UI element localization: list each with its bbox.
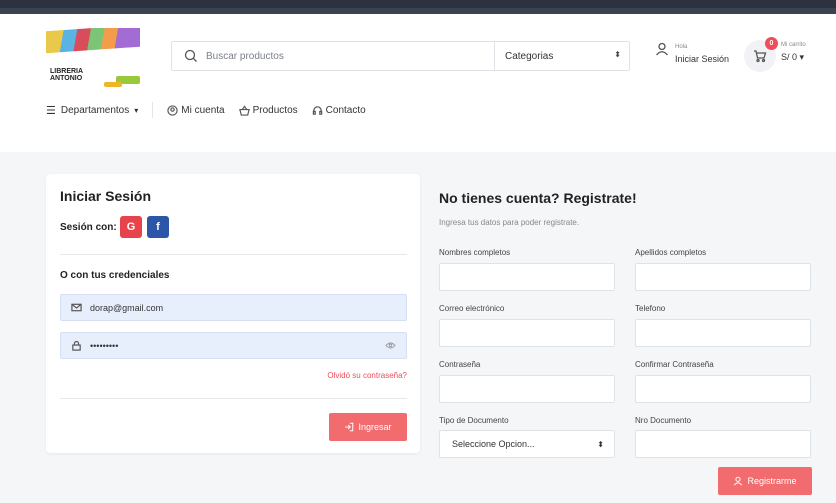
register-email-input[interactable] [439, 319, 615, 347]
google-login-button[interactable]: G [120, 216, 142, 238]
divider [60, 254, 407, 255]
credentials-label: O con tus credenciales [60, 270, 170, 281]
logo-brand-line2: ANTONIO [50, 75, 83, 82]
register-submit-label: Registrarme [747, 476, 797, 486]
login-link[interactable]: Hola Iniciar Sesión [655, 42, 729, 64]
logo[interactable]: LIBRERIA ANTONIO [46, 28, 140, 90]
logo-crayon2-graphic [104, 82, 122, 87]
first-name-input[interactable] [439, 263, 615, 291]
envelope-icon [71, 303, 82, 312]
cart-total[interactable]: S/ 0 ▾ [781, 52, 804, 63]
login-text[interactable]: Iniciar Sesión [675, 54, 729, 64]
register-subtitle: Ingresa tus datos para poder registrate. [439, 218, 580, 227]
account-circle-icon [167, 104, 178, 116]
eye-icon[interactable] [385, 341, 396, 350]
nav-products-label: Productos [252, 104, 298, 116]
category-select[interactable]: Categorias ⬍ [494, 42, 631, 70]
nav-products[interactable]: Productos [238, 104, 298, 116]
register-password-label: Contraseña [439, 360, 481, 369]
last-name-label: Apellidos completos [635, 248, 707, 257]
search-icon [184, 49, 197, 62]
nav-departments-label: Departamentos [60, 104, 130, 116]
main-nav: ☰ Departamentos ▾ Mi cuenta Productos Co… [46, 102, 380, 118]
logo-brand-text: LIBRERIA ANTONIO [50, 68, 83, 82]
password-field-value: ••••••••• [90, 340, 119, 351]
first-name-label: Nombres completos [439, 248, 511, 257]
greeting-text: Hola [675, 44, 688, 50]
user-icon [656, 42, 668, 56]
nav-departments[interactable]: ☰ Departamentos ▾ [46, 104, 138, 117]
select-arrows-icon: ⬍ [597, 440, 604, 449]
cart-label: Mi carrito [781, 42, 806, 48]
doc-type-label: Tipo de Documento [439, 416, 509, 425]
lock-icon [72, 340, 81, 351]
doc-number-input[interactable] [635, 430, 811, 458]
facebook-login-button[interactable]: f [147, 216, 169, 238]
cart-count-badge: 0 [765, 37, 778, 50]
login-submit-button[interactable]: Ingresar [329, 413, 407, 441]
email-field[interactable]: dorap@gmail.com [60, 294, 407, 321]
google-icon: G [126, 221, 136, 233]
basket-icon [238, 104, 250, 116]
logo-pencils-graphic [46, 28, 140, 54]
nav-contact-label: Contacto [325, 104, 366, 116]
confirm-password-label: Confirmar Contraseña [635, 360, 714, 369]
register-email-label: Correo electrónico [439, 304, 505, 313]
login-card: Iniciar Sesión Sesión con: G f O con tus… [46, 174, 420, 453]
menu-icon: ☰ [46, 104, 56, 117]
select-arrows-icon: ⬍ [614, 50, 621, 59]
chevron-down-icon: ▾ [134, 105, 139, 115]
last-name-input[interactable] [635, 263, 811, 291]
confirm-password-input[interactable] [635, 375, 811, 403]
cart-icon [754, 50, 767, 63]
facebook-icon: f [156, 221, 160, 233]
chevron-down-icon: ▾ [799, 52, 805, 62]
password-field[interactable]: ••••••••• [60, 332, 407, 359]
doc-type-select[interactable]: Seleccione Opcion... ⬍ [439, 430, 615, 458]
sign-in-icon [345, 422, 354, 432]
logo-brand-line1: LIBRERIA [50, 68, 84, 75]
divider [60, 398, 407, 399]
login-submit-label: Ingresar [358, 422, 392, 432]
phone-input[interactable] [635, 319, 811, 347]
doc-type-select-value: Seleccione Opcion... [452, 439, 535, 449]
login-title: Iniciar Sesión [60, 188, 152, 204]
site-header: LIBRERIA ANTONIO Buscar productos Catego… [0, 14, 836, 152]
headset-icon [312, 105, 322, 115]
nav-account-label: Mi cuenta [181, 104, 225, 116]
register-submit-button[interactable]: Registrarme [718, 467, 812, 495]
nav-divider [152, 102, 154, 118]
forgot-password-link[interactable]: Olvidó su contraseña? [327, 371, 407, 380]
email-field-value: dorap@gmail.com [90, 302, 164, 313]
search-bar: Buscar productos Categorias ⬍ [171, 41, 630, 71]
nav-account[interactable]: Mi cuenta [167, 104, 225, 116]
category-select-value: Categorias [505, 50, 554, 62]
social-login-label: Sesión con: [60, 222, 117, 233]
cart-total-value: S/ 0 [781, 52, 798, 62]
register-title: No tienes cuenta? Registrate! [439, 190, 637, 206]
doc-number-label: Nro Documento [635, 416, 692, 425]
nav-contact[interactable]: Contacto [312, 105, 366, 116]
user-icon [734, 476, 743, 486]
phone-label: Telefono [635, 304, 666, 313]
register-password-input[interactable] [439, 375, 615, 403]
